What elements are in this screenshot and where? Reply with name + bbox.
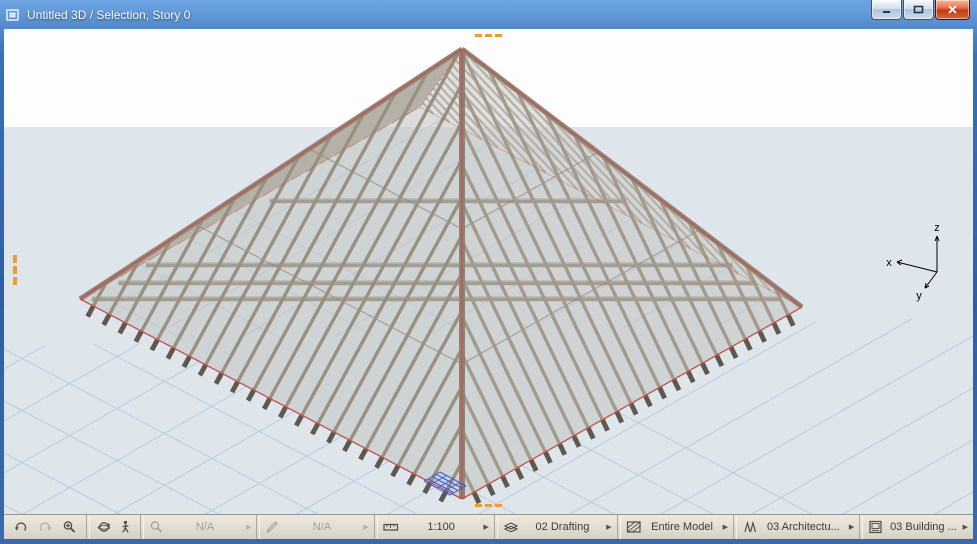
scale-combo-label: 1:100 — [403, 521, 480, 533]
zoom-preset-icon — [149, 520, 164, 534]
orientation-combo[interactable]: N/A ▶ — [260, 515, 373, 539]
structure-combo-label: Entire Model — [646, 521, 719, 533]
combo-arrow-icon[interactable]: ▶ — [483, 524, 488, 531]
layer-combination-combo[interactable]: 02 Drafting ▶ — [498, 515, 617, 539]
axis-z-label: z — [934, 222, 940, 234]
layer-combo-label: 02 Drafting — [523, 521, 602, 533]
combo-arrow-icon[interactable]: ▶ — [849, 524, 854, 531]
zoom-combo[interactable]: N/A ▶ — [144, 515, 256, 539]
close-button[interactable] — [935, 0, 970, 20]
axis-y-label: y — [916, 290, 922, 302]
orientation-pencil-icon — [265, 520, 280, 534]
layers-icon — [503, 520, 519, 534]
combo-arrow-icon[interactable]: ▶ — [246, 524, 251, 531]
app-window: Untitled 3D / Selection, Story 0 z x y — [0, 0, 977, 544]
window-title: Untitled 3D / Selection, Story 0 — [27, 8, 190, 22]
layout-combo-label: 03 Building ... — [888, 521, 958, 533]
explore-walk-icon[interactable] — [118, 520, 133, 534]
viewport-3d[interactable]: z x y — [4, 29, 973, 514]
maximize-button[interactable] — [903, 0, 934, 20]
3d-navigation-group — [90, 515, 140, 539]
pen-set-combo-label: 03 Architectu... — [762, 521, 845, 533]
combo-arrow-icon[interactable]: ▶ — [363, 524, 368, 531]
combo-arrow-icon[interactable]: ▶ — [963, 524, 968, 531]
view-navigation-group — [4, 515, 86, 539]
minimize-button[interactable] — [871, 0, 902, 20]
next-view-icon[interactable] — [38, 520, 53, 534]
zoom-in-icon[interactable] — [62, 520, 77, 534]
scale-combo[interactable]: 1:100 ▶ — [378, 515, 494, 539]
scene-canvas[interactable]: z x y — [4, 29, 973, 514]
pen-set-icon — [742, 520, 758, 534]
orientation-combo-label: N/A — [284, 521, 359, 533]
window-3d-icon — [6, 8, 21, 22]
titlebar[interactable]: Untitled 3D / Selection, Story 0 — [4, 0, 973, 29]
zoom-combo-label: N/A — [168, 521, 242, 533]
structure-display-combo[interactable]: Entire Model ▶ — [621, 515, 733, 539]
quick-options-bar: N/A ▶ N/A ▶ 1:100 ▶ 02 Drafting ▶ — [4, 514, 973, 539]
layout-combo[interactable]: 03 Building ... ▶ — [863, 515, 973, 539]
window-controls — [871, 0, 973, 20]
scale-ruler-icon — [383, 520, 399, 534]
orbit-icon[interactable] — [97, 520, 112, 534]
combo-arrow-icon[interactable]: ▶ — [723, 524, 728, 531]
structure-display-icon — [626, 520, 642, 534]
axis-x-label: x — [886, 257, 892, 269]
pen-set-combo[interactable]: 03 Architectu... ▶ — [737, 515, 859, 539]
combo-arrow-icon[interactable]: ▶ — [606, 524, 611, 531]
previous-view-icon[interactable] — [13, 520, 28, 534]
layout-page-icon — [868, 520, 884, 534]
